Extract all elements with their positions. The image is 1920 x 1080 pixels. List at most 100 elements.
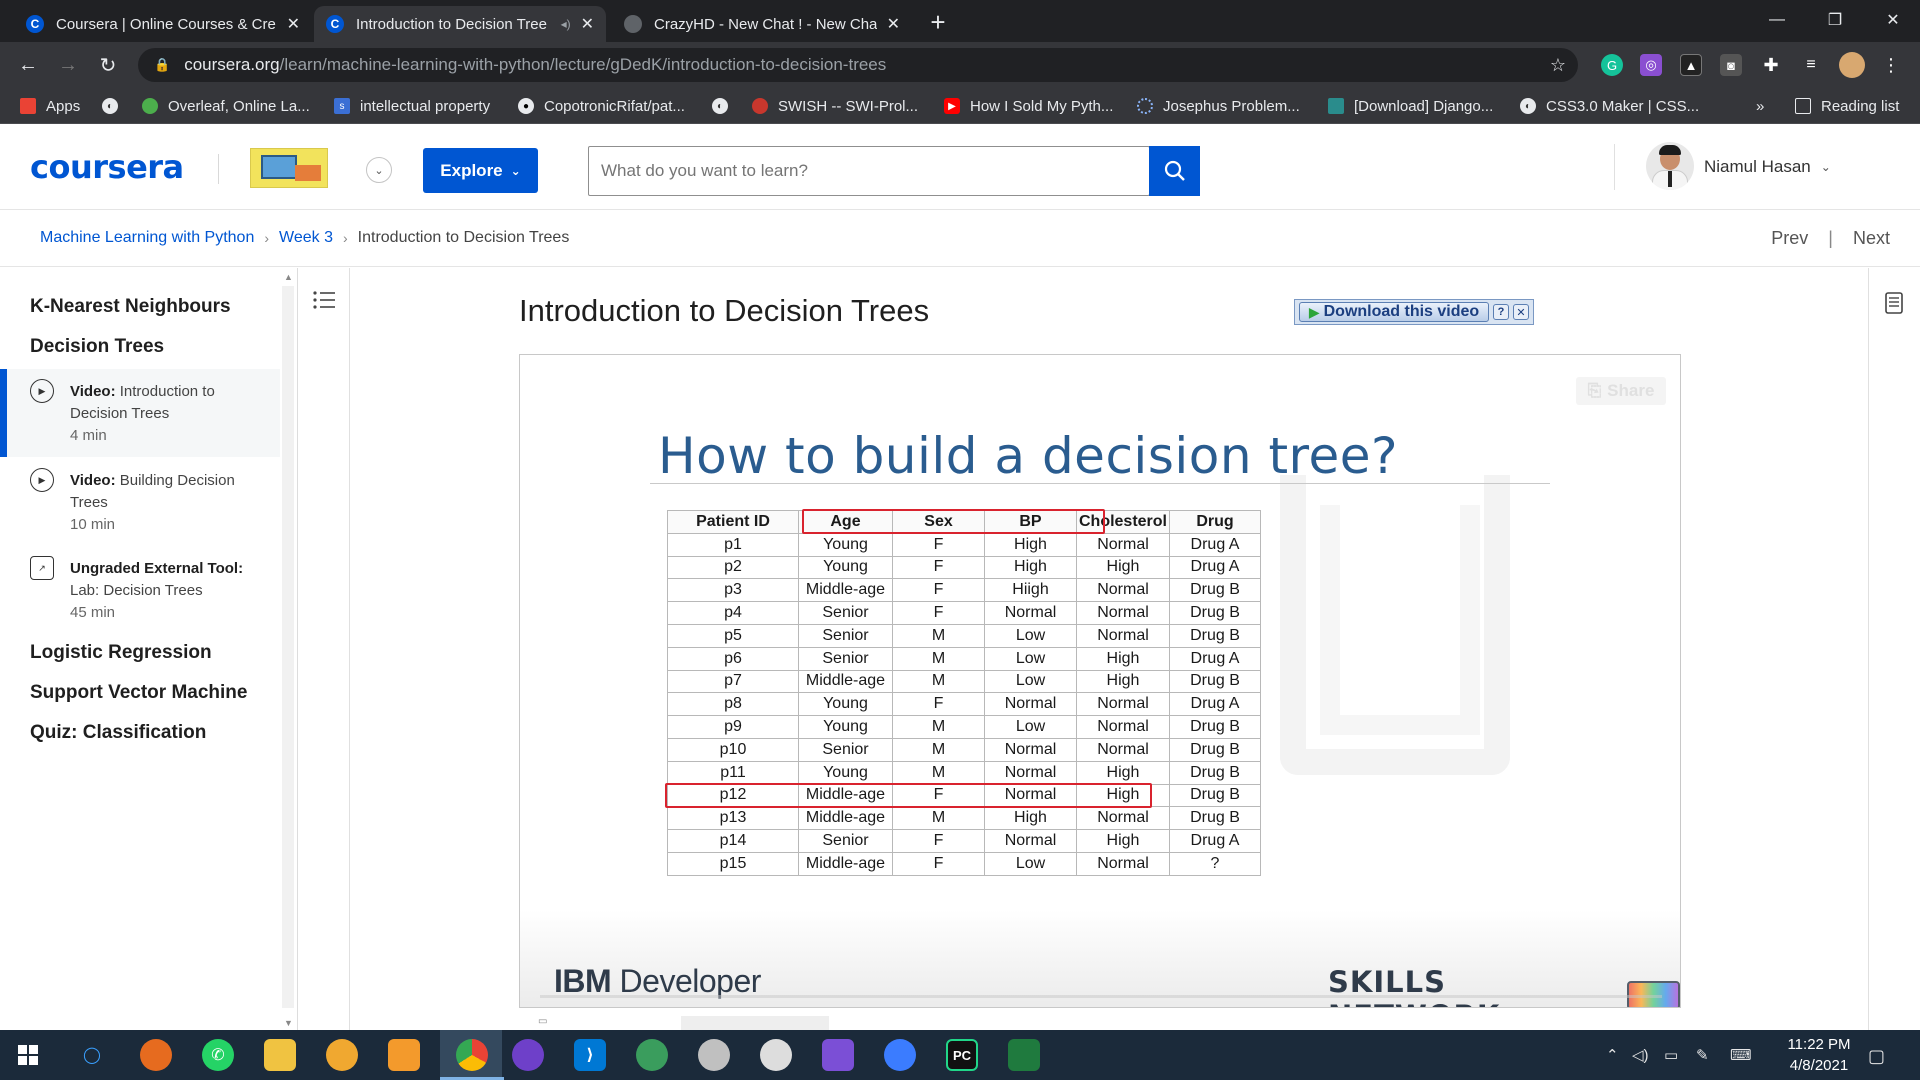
sidebar-item-building-decision-trees[interactable]: ▶ Video: Building Decision Trees 10 min [0,458,280,546]
taskbar-clock[interactable]: 11:22 PM 4/8/2021 [1774,1034,1864,1076]
app-icon[interactable] [698,1039,730,1071]
audio-playing-icon[interactable]: ◂) [561,17,571,31]
pen-icon[interactable]: ✎ [1696,1046,1709,1064]
bookmark-css3[interactable]: ◐ CSS3.0 Maker | CSS... [1520,96,1699,116]
download-video-button[interactable]: ▶ Download this video [1299,302,1489,322]
browser-tab-coursera[interactable]: C Coursera | Online Courses & Cre ✕ [14,6,312,42]
bookmark-django[interactable]: [Download] Django... [1328,96,1493,116]
sidebar-section-svm[interactable]: Support Vector Machine [30,682,247,704]
vscode-icon[interactable]: ⟩ [574,1039,606,1071]
share-button[interactable]: ⎘ Share [1576,377,1666,405]
avatar-hair-shape [1659,145,1681,155]
bookmark-intellectual-property[interactable]: s intellectual property [334,96,490,116]
play-circle-icon: ▶ [30,468,54,492]
bookmark-swish[interactable]: SWISH -- SWI-Prol... [752,96,918,116]
chrome-icon[interactable] [440,1039,504,1080]
restore-window-button[interactable]: ❐ [1806,0,1864,40]
profile-avatar-icon[interactable] [1839,52,1865,78]
network-icon[interactable]: ▭ [1664,1046,1678,1064]
bookmark-globe[interactable]: ◐ [102,96,128,116]
prev-button[interactable]: Prev [1771,228,1808,249]
media-control-icon[interactable]: ≡ [1800,54,1822,76]
sidebar-section-quiz[interactable]: Quiz: Classification [30,722,206,744]
forward-arrow-icon[interactable]: → [54,51,82,79]
bookmark-star-icon[interactable]: ☆ [1550,55,1566,76]
whatsapp-icon[interactable]: ✆ [202,1039,234,1071]
notes-document-icon[interactable] [1885,292,1903,314]
notes-tab-icon[interactable]: ▭ [538,1016,638,1030]
new-tab-button[interactable]: + [922,6,954,38]
scroll-up-icon[interactable]: ▲ [284,272,293,282]
transcript-tab[interactable] [681,1016,829,1030]
search-input[interactable] [588,146,1150,196]
close-tab-icon[interactable]: ✕ [581,14,594,34]
bookmark-globe-2[interactable]: ◐ [712,96,738,116]
explore-button[interactable]: Explore ⌄ [423,148,538,193]
app-icon[interactable] [636,1039,668,1071]
sidebar-section-logistic-regression[interactable]: Logistic Regression [30,642,212,664]
close-icon[interactable]: ✕ [1513,304,1529,320]
sidebar-section-knn[interactable]: K-Nearest Neighbours [30,296,231,318]
partner-logo[interactable] [250,148,328,188]
skills-network-text: SKILLS NETWORK [1328,965,1499,1007]
file-explorer-icon[interactable] [264,1039,296,1071]
camera-extension-icon[interactable]: ◙ [1720,54,1742,76]
bookmark-josephus[interactable]: Josephus Problem... [1137,96,1300,116]
puzzle-extensions-icon[interactable]: ✚ [1760,54,1782,76]
github-desktop-icon[interactable] [512,1039,544,1071]
pycharm-icon[interactable]: PC [946,1039,978,1071]
close-tab-icon[interactable]: ✕ [287,14,300,34]
scrollbar-thumb[interactable] [282,286,294,1008]
bookmark-overleaf[interactable]: Overleaf, Online La... [142,96,310,116]
app-icon[interactable] [388,1039,420,1071]
close-window-button[interactable]: ✕ [1864,0,1920,40]
coursera-logo[interactable]: coursera [30,148,184,186]
sidebar-item-intro-decision-trees[interactable]: ▶ Video: Introduction to Decision Trees 4… [0,369,280,457]
next-button[interactable]: Next [1853,228,1890,249]
windows-start-icon[interactable] [12,1039,44,1071]
bookmark-youtube[interactable]: ▶ How I Sold My Pyth... [944,96,1113,116]
lock-icon[interactable]: 🔒 [154,57,170,73]
reading-list-button[interactable]: Reading list [1795,96,1899,116]
url-bar[interactable]: 🔒 coursera.org/learn/machine-learning-wi… [138,48,1578,82]
search-button[interactable] [1149,146,1200,196]
outline-list-icon[interactable] [312,290,336,310]
search-taskbar-icon[interactable]: ◯ [76,1039,108,1071]
bookmark-github[interactable]: ● CopotronicRifat/pat... [518,96,685,116]
sidebar-scrollbar[interactable]: ▲ ▼ [280,268,298,1030]
back-arrow-icon[interactable]: ← [14,51,42,79]
scroll-down-icon[interactable]: ▼ [284,1018,293,1028]
chevron-down-icon[interactable]: ⌄ [366,157,392,183]
sidebar-section-decision-trees[interactable]: Decision Trees [30,336,164,358]
table-cell: Normal [1076,623,1170,648]
close-tab-icon[interactable]: ✕ [887,14,900,34]
browser-menu-icon[interactable]: ⋮ [1880,54,1902,76]
app-icon[interactable] [760,1039,792,1071]
browser-tab-crazyhd[interactable]: CrazyHD - New Chat ! - New Cha ✕ [612,6,912,42]
reload-icon[interactable]: ↻ [94,51,122,79]
video-player[interactable]: ⎘ Share How to build a decision tree? Pat… [519,354,1681,1008]
notifications-icon[interactable]: ▢ [1868,1046,1885,1067]
extension-icon[interactable]: ▲ [1680,54,1702,76]
app-icon[interactable] [1008,1039,1040,1071]
avatar[interactable] [1646,142,1694,190]
help-icon[interactable]: ? [1493,304,1509,320]
volume-icon[interactable]: ◁) [1632,1046,1649,1064]
minimize-window-button[interactable]: — [1748,0,1806,40]
video-progress-bar[interactable] [540,995,1662,998]
sidebar-item-lab-decision-trees[interactable]: ↗ Ungraded External Tool: Lab: Decision … [0,546,280,634]
shield-app-icon[interactable] [326,1039,358,1071]
user-menu[interactable]: Niamul Hasan ⌄ [1704,157,1831,177]
keyboard-icon[interactable]: ⌨ [1730,1046,1752,1064]
chevron-up-icon[interactable]: ⌃ [1606,1046,1619,1064]
more-bookmarks-button[interactable]: » [1756,96,1764,116]
bookmark-apps[interactable]: Apps [20,96,80,116]
firefox-icon[interactable] [140,1039,172,1071]
breadcrumb-course-link[interactable]: Machine Learning with Python [40,229,254,247]
browser-tab-decision-trees[interactable]: C Introduction to Decision Tree ◂) ✕ [314,6,606,42]
extension-icon[interactable]: ◎ [1640,54,1662,76]
messenger-icon[interactable] [884,1039,916,1071]
grammarly-extension-icon[interactable]: G [1601,54,1623,76]
visual-studio-icon[interactable] [822,1039,854,1071]
breadcrumb-week-link[interactable]: Week 3 [279,229,333,247]
